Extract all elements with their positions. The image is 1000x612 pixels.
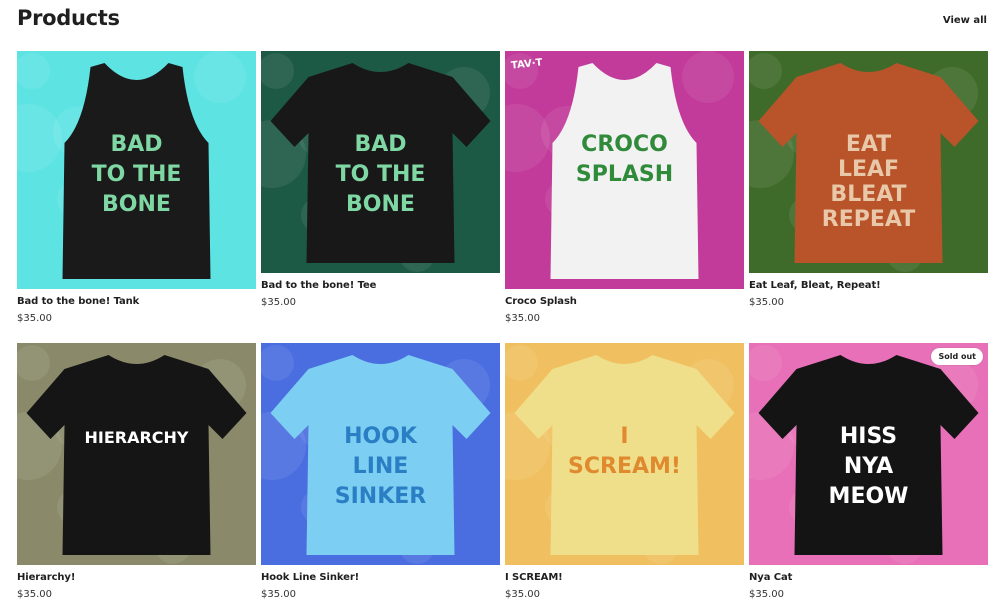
- product-image[interactable]: I SCREAM!: [505, 343, 744, 565]
- product-card[interactable]: BAD TO THE BONE Bad to the bone! Tank $35.00: [17, 51, 256, 324]
- product-image[interactable]: EATLEAFBLEATREPEAT: [749, 51, 988, 273]
- shirt-art-text: HOOK: [344, 424, 418, 449]
- product-image[interactable]: CROCO SPLASH: [505, 51, 744, 289]
- product-card[interactable]: HISS NYA MEOW Sold out Nya Cat $35.00: [749, 343, 988, 600]
- shirt-art-text: LINE: [353, 454, 409, 479]
- product-image[interactable]: BAD TO THE BONE: [17, 51, 256, 289]
- product-name[interactable]: Nya Cat: [749, 572, 988, 583]
- product-thumbnail[interactable]: HIERARCHY: [17, 343, 256, 565]
- product-name[interactable]: Bad to the bone! Tee: [261, 280, 500, 291]
- product-thumbnail[interactable]: CROCO SPLASH TAV·T: [505, 51, 744, 289]
- shirt-art-text: SPLASH: [576, 162, 673, 187]
- product-image[interactable]: HIERARCHY: [17, 343, 256, 565]
- product-image[interactable]: HOOK LINE SINKER: [261, 343, 500, 565]
- products-header: Products View all: [17, 6, 987, 36]
- product-price: $35.00: [261, 297, 296, 308]
- shirt-art-text: MEOW: [829, 484, 909, 509]
- product-name[interactable]: Eat Leaf, Bleat, Repeat!: [749, 280, 988, 291]
- shirt-art-text: BONE: [346, 192, 415, 217]
- product-price: $35.00: [261, 589, 296, 600]
- product-price: $35.00: [505, 313, 540, 324]
- shirt-art-text: REPEAT: [822, 207, 915, 232]
- product-name[interactable]: I SCREAM!: [505, 572, 744, 583]
- product-card[interactable]: BAD TO THE BONE Bad to the bone! Tee $35.00: [261, 51, 500, 308]
- product-card[interactable]: HIERARCHY Hierarchy! $35.00: [17, 343, 256, 600]
- shirt-art-text: CROCO: [581, 132, 668, 157]
- shirt-art-text: NYA: [844, 454, 893, 479]
- product-name[interactable]: Croco Splash: [505, 296, 744, 307]
- product-card[interactable]: I SCREAM! I SCREAM! $35.00: [505, 343, 744, 600]
- product-image[interactable]: BAD TO THE BONE: [261, 51, 500, 273]
- shirt-art-text: I: [620, 424, 628, 449]
- product-image[interactable]: HISS NYA MEOW: [749, 343, 988, 565]
- product-price: $35.00: [17, 589, 52, 600]
- shirt-art-text: LEAF: [838, 157, 899, 182]
- shirt-art-text: BAD: [110, 132, 162, 157]
- shirt-art-text: HIERARCHY: [84, 428, 188, 447]
- shirt-art-text: BAD: [354, 132, 406, 157]
- product-price: $35.00: [17, 313, 52, 324]
- shirt-art-text: TO THE: [92, 162, 182, 187]
- product-price: $35.00: [749, 589, 784, 600]
- shirt-art-text: TO THE: [336, 162, 426, 187]
- product-card[interactable]: EAT LEAF BLEAT REPEAT Eat Leaf, Bleat, Repea…: [749, 51, 988, 308]
- shirt-art-text: BLEAT: [830, 182, 906, 207]
- product-thumbnail[interactable]: BAD TO THE BONE: [17, 51, 256, 289]
- page-title: Products: [17, 6, 120, 30]
- product-thumbnail[interactable]: BAD TO THE BONE: [261, 51, 500, 273]
- shirt-art-text: HISS: [840, 424, 897, 449]
- product-card[interactable]: HOOK LINE SINKER Hook Line Sinker! $35.00: [261, 343, 500, 600]
- sold-out-badge: Sold out: [931, 348, 983, 365]
- shirt-art-text: EAT: [846, 132, 891, 157]
- product-thumbnail[interactable]: I SCREAM!: [505, 343, 744, 565]
- shirt-art-text: SCREAM!: [568, 454, 681, 479]
- product-name[interactable]: Bad to the bone! Tank: [17, 296, 256, 307]
- product-price: $35.00: [505, 589, 540, 600]
- shirt-art-text: SINKER: [335, 484, 427, 509]
- product-name[interactable]: Hierarchy!: [17, 572, 256, 583]
- product-thumbnail[interactable]: HOOK LINE SINKER: [261, 343, 500, 565]
- shirt-art-text: BONE: [102, 192, 171, 217]
- product-card[interactable]: CROCO SPLASH TAV·T Croco Splash $35.00: [505, 51, 744, 324]
- product-name[interactable]: Hook Line Sinker!: [261, 572, 500, 583]
- product-thumbnail[interactable]: EAT LEAF BLEAT REPEAT: [749, 51, 988, 273]
- product-price: $35.00: [749, 297, 784, 308]
- view-all-link[interactable]: View all: [943, 15, 987, 26]
- product-thumbnail[interactable]: HISS NYA MEOW Sold out: [749, 343, 988, 565]
